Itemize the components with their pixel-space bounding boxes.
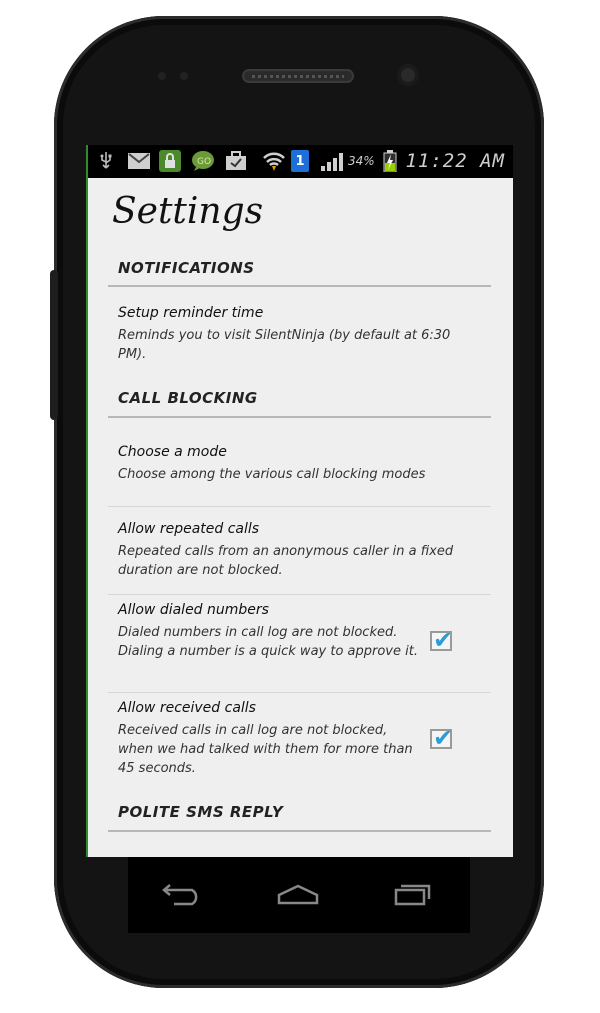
- pref-title: Setup reminder time: [118, 305, 264, 321]
- checkmark-icon: ✔: [433, 626, 454, 654]
- pref-summary: Dialed numbers in call log are not block…: [118, 625, 418, 659]
- go-sms-icon: GO: [190, 151, 216, 171]
- pref-allow-repeated-calls[interactable]: Allow repeated calls Repeated calls from…: [108, 508, 491, 592]
- category-divider: [108, 285, 491, 287]
- signal-icon: [320, 151, 346, 171]
- pref-title: Allow repeated calls: [118, 521, 260, 537]
- volume-button: [50, 270, 58, 420]
- category-notifications: NOTIFICATIONS: [118, 259, 255, 277]
- category-polite-sms-reply: POLITE SMS REPLY: [118, 803, 284, 821]
- sim-badge-number: 1: [295, 153, 305, 169]
- front-camera: [397, 64, 419, 86]
- settings-screen: Settings NOTIFICATIONS Setup reminder ti…: [86, 178, 513, 857]
- list-divider: [108, 594, 491, 595]
- battery-icon: [382, 150, 398, 172]
- sensor-dot: [158, 72, 166, 80]
- status-bar: GO 1 34% 11:22 AM: [86, 145, 513, 178]
- status-clock: 11:22 AM: [405, 150, 505, 172]
- home-icon[interactable]: [276, 879, 320, 909]
- checkmark-icon: ✔: [433, 724, 454, 752]
- checkbox-allow-received-calls[interactable]: ✔: [430, 724, 453, 752]
- pref-summary: Choose among the various call blocking m…: [118, 467, 426, 482]
- pref-choose-a-mode[interactable]: Choose a mode Choose among the various c…: [108, 428, 491, 504]
- screen-edge-accent: [86, 145, 88, 857]
- wifi-icon: [262, 151, 286, 171]
- svg-text:GO: GO: [197, 157, 211, 167]
- pref-summary: Received calls in call log are not block…: [118, 723, 413, 776]
- pref-title: Choose a mode: [118, 444, 227, 460]
- phone-screen: GO 1 34% 11:22 AM Settings NOTIFICATIONS: [86, 145, 513, 857]
- list-divider: [108, 506, 491, 507]
- lock-icon: [158, 150, 182, 172]
- pref-summary: Repeated calls from an anonymous caller …: [118, 544, 454, 578]
- pref-title: Allow dialed numbers: [118, 602, 269, 618]
- earpiece-speaker: [242, 69, 354, 83]
- navigation-bar: [128, 857, 470, 933]
- page-title: Settings: [112, 191, 264, 232]
- back-icon[interactable]: [158, 879, 202, 909]
- list-divider: [108, 692, 491, 693]
- recent-apps-icon[interactable]: [390, 879, 434, 909]
- battery-percent: 34%: [348, 154, 375, 168]
- gmail-icon: [126, 151, 152, 171]
- usb-icon: [98, 151, 114, 171]
- pref-title: Allow received calls: [118, 700, 256, 716]
- briefcase-icon: [224, 151, 248, 171]
- category-divider: [108, 830, 491, 832]
- category-divider: [108, 416, 491, 418]
- pref-summary: Reminds you to visit SilentNinja (by def…: [118, 328, 451, 362]
- checkbox-allow-dialed-numbers[interactable]: ✔: [430, 626, 453, 654]
- sensor-dot: [180, 72, 188, 80]
- pref-setup-reminder-time[interactable]: Setup reminder time Reminds you to visit…: [108, 298, 491, 370]
- category-call-blocking: CALL BLOCKING: [118, 389, 258, 407]
